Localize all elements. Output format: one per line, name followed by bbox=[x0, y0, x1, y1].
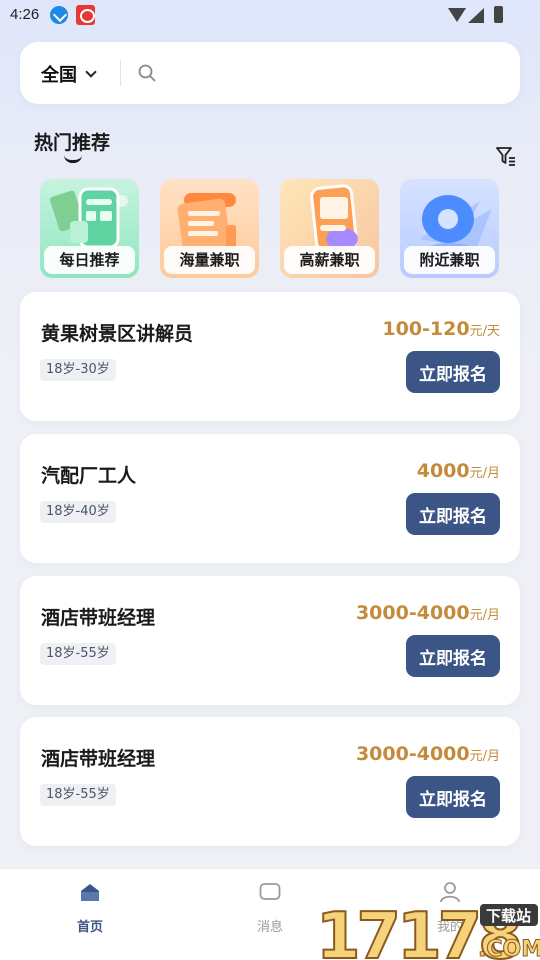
category-massive[interactable]: 海量兼职 bbox=[160, 179, 259, 278]
job-salary: 4000元/月 bbox=[417, 460, 500, 482]
wifi-icon bbox=[448, 8, 466, 22]
salary-unit: 元/月 bbox=[469, 466, 500, 481]
nav-label: 消息 bbox=[256, 920, 283, 935]
job-title: 酒店带班经理 bbox=[41, 748, 156, 770]
age-tag: 18岁-30岁 bbox=[40, 359, 116, 381]
job-title: 汽配厂工人 bbox=[41, 465, 137, 487]
svg-text:下载站: 下载站 bbox=[486, 907, 531, 925]
salary-unit: 元/月 bbox=[469, 749, 500, 764]
job-card[interactable]: 黄果树景区讲解员 100-120元/天 18岁-30岁 立即报名 bbox=[20, 292, 520, 421]
home-icon bbox=[81, 884, 99, 901]
search-bar: 全国 bbox=[20, 42, 520, 104]
filter-icon[interactable] bbox=[494, 144, 518, 168]
salary-unit: 元/月 bbox=[469, 608, 500, 623]
watermark-logo: 17178 下载站 .COM bbox=[316, 899, 540, 960]
title-decoration bbox=[64, 155, 82, 163]
age-tag: 18岁-40岁 bbox=[40, 501, 116, 523]
region-label: 全国 bbox=[41, 65, 77, 86]
download-notification-icon bbox=[50, 6, 68, 24]
search-icon bbox=[138, 64, 156, 82]
apply-button[interactable]: 立即报名 bbox=[406, 493, 500, 535]
apply-button[interactable]: 立即报名 bbox=[406, 635, 500, 677]
job-title: 酒店带班经理 bbox=[41, 607, 156, 629]
nav-messages[interactable]: 消息 bbox=[230, 881, 310, 941]
job-salary: 3000-4000元/月 bbox=[356, 743, 500, 765]
category-nearby[interactable]: 附近兼职 bbox=[400, 179, 499, 278]
category-daily[interactable]: 每日推荐 bbox=[40, 179, 139, 278]
divider bbox=[120, 60, 121, 86]
job-card[interactable]: 酒店带班经理 3000-4000元/月 18岁-55岁 立即报名 bbox=[20, 717, 520, 846]
chevron-down-icon bbox=[85, 65, 97, 78]
category-label: 高薪兼职 bbox=[284, 246, 375, 274]
job-card[interactable]: 酒店带班经理 3000-4000元/月 18岁-55岁 立即报名 bbox=[20, 576, 520, 705]
nav-label: 首页 bbox=[76, 920, 103, 935]
age-tag: 18岁-55岁 bbox=[40, 643, 116, 665]
category-label: 附近兼职 bbox=[404, 246, 495, 274]
search-input[interactable] bbox=[166, 56, 506, 90]
status-bar: 4:26 bbox=[0, 0, 540, 32]
svg-text:.COM: .COM bbox=[478, 937, 540, 960]
salary-amount: 4000 bbox=[416, 460, 470, 482]
job-salary: 3000-4000元/月 bbox=[356, 602, 500, 624]
category-grid: 每日推荐 海量兼职 高薪兼职 附近兼职 bbox=[40, 179, 500, 279]
job-salary: 100-120元/天 bbox=[382, 318, 500, 340]
message-icon bbox=[259, 883, 281, 900]
category-label: 海量兼职 bbox=[164, 246, 255, 274]
salary-amount: 100-120 bbox=[382, 318, 470, 340]
age-tag: 18岁-55岁 bbox=[40, 784, 116, 806]
category-high-salary[interactable]: 高薪兼职 bbox=[280, 179, 379, 278]
battery-icon bbox=[494, 6, 503, 23]
apply-button[interactable]: 立即报名 bbox=[406, 351, 500, 393]
salary-unit: 元/天 bbox=[469, 324, 500, 339]
salary-amount: 3000-4000 bbox=[355, 743, 470, 765]
app-notification-icon bbox=[76, 5, 95, 25]
job-title: 黄果树景区讲解员 bbox=[41, 323, 194, 345]
status-time: 4:26 bbox=[10, 6, 40, 23]
apply-button[interactable]: 立即报名 bbox=[406, 776, 500, 818]
category-label: 每日推荐 bbox=[44, 246, 135, 274]
job-card[interactable]: 汽配厂工人 4000元/月 18岁-40岁 立即报名 bbox=[20, 434, 520, 563]
nav-home[interactable]: 首页 bbox=[50, 881, 130, 941]
region-selector[interactable]: 全国 bbox=[41, 61, 97, 87]
cell-signal-icon bbox=[468, 8, 484, 23]
salary-amount: 3000-4000 bbox=[355, 602, 470, 624]
section-title: 热门推荐 bbox=[34, 132, 111, 154]
